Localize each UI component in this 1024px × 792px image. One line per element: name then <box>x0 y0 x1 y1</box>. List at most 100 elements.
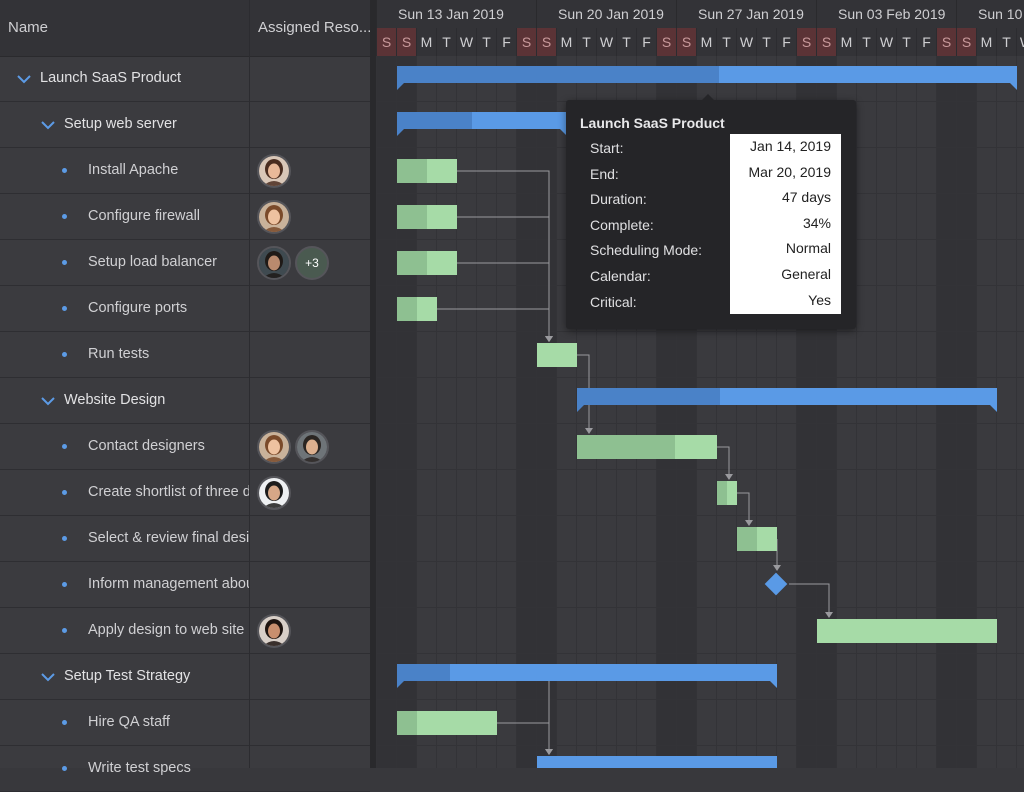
grid-row[interactable]: Setup load balancer +3 <box>0 240 370 286</box>
tooltip-label-start: Start: <box>590 140 624 156</box>
avatar[interactable] <box>257 430 291 464</box>
task-tooltip: Launch SaaS Product Start: End: Duration… <box>566 94 856 329</box>
task-name[interactable]: Apply design to web site <box>88 608 249 653</box>
progress-fill <box>397 159 427 183</box>
grid-row[interactable]: Write test specs <box>0 746 370 792</box>
tooltip-title: Launch SaaS Product <box>580 115 725 131</box>
dependency-line[interactable] <box>457 216 550 337</box>
summary-bar[interactable] <box>537 756 777 768</box>
grid-header: Name Assigned Reso... <box>0 0 370 57</box>
task-bar[interactable] <box>397 159 457 183</box>
dependency-line[interactable] <box>457 170 550 337</box>
task-name[interactable]: Setup load balancer <box>88 240 249 285</box>
grid-row[interactable]: Contact designers <box>0 424 370 470</box>
task-bar[interactable] <box>537 343 577 367</box>
tooltip-value-critical: Yes <box>808 291 831 308</box>
leaf-bullet-icon <box>62 214 67 219</box>
avatar[interactable] <box>295 430 329 464</box>
grid-row[interactable]: Run tests <box>0 332 370 378</box>
task-bar[interactable] <box>717 481 737 505</box>
summary-bar[interactable] <box>577 388 997 412</box>
task-name[interactable]: Create shortlist of three designers <box>88 470 249 515</box>
task-name[interactable]: Configure firewall <box>88 194 249 239</box>
column-separator[interactable] <box>249 0 250 768</box>
summary-bar[interactable] <box>397 66 1017 90</box>
dependency-line[interactable] <box>737 492 750 521</box>
grid-row[interactable]: Website Design <box>0 378 370 424</box>
task-bar[interactable] <box>397 205 457 229</box>
dependency-arrowhead <box>725 474 733 480</box>
grid-row[interactable]: Create shortlist of three designers <box>0 470 370 516</box>
tooltip-values: Jan 14, 2019 Mar 20, 2019 47 days 34% No… <box>730 134 841 314</box>
leaf-bullet-icon <box>62 536 67 541</box>
task-name[interactable]: Configure ports <box>88 286 249 331</box>
progress-fill <box>397 251 427 275</box>
avatar[interactable] <box>257 614 291 648</box>
task-name[interactable]: Website Design <box>64 378 249 423</box>
task-name[interactable]: Setup web server <box>64 102 249 147</box>
task-bar[interactable] <box>397 711 497 735</box>
more-resources-badge[interactable]: +3 <box>295 246 329 280</box>
chevron-down-icon[interactable] <box>16 71 32 87</box>
progress-fill <box>577 435 675 459</box>
task-bar[interactable] <box>737 527 777 551</box>
dependency-arrowhead <box>745 520 753 526</box>
chevron-down-icon[interactable] <box>40 393 56 409</box>
tooltip-value-scheduling-mode: Normal <box>785 240 831 257</box>
dependency-line[interactable] <box>548 672 777 751</box>
grid-row[interactable]: Setup web server <box>0 102 370 148</box>
task-bar[interactable] <box>577 435 717 459</box>
summary-right-cap <box>1010 83 1017 90</box>
task-name[interactable]: Install Apache <box>88 148 249 193</box>
grid-row[interactable]: Hire QA staff <box>0 700 370 746</box>
grid-row[interactable]: Configure firewall <box>0 194 370 240</box>
grid-row[interactable]: Select & review final design <box>0 516 370 562</box>
grid-row[interactable]: Setup Test Strategy <box>0 654 370 700</box>
column-header-assigned-resources[interactable]: Assigned Reso... <box>250 0 370 56</box>
tooltip-label-complete: Complete: <box>590 216 654 233</box>
tooltip-label-critical: Critical: <box>590 293 637 310</box>
grid-row[interactable]: Configure ports <box>0 286 370 332</box>
dependency-line[interactable] <box>789 583 830 613</box>
column-header-name[interactable]: Name <box>0 0 249 56</box>
task-name[interactable]: Write test specs <box>88 746 249 791</box>
summary-left-cap <box>577 405 584 412</box>
tooltip-label-calendar: Calendar: <box>590 267 651 284</box>
summary-right-cap <box>770 681 777 688</box>
task-name[interactable]: Hire QA staff <box>88 700 249 745</box>
avatar[interactable] <box>257 246 291 280</box>
tooltip-value-calendar: General <box>781 265 831 282</box>
task-name[interactable]: Contact designers <box>88 424 249 469</box>
grid-row[interactable]: Install Apache <box>0 148 370 194</box>
leaf-bullet-icon <box>62 306 67 311</box>
grid-row[interactable]: Apply design to web site <box>0 608 370 654</box>
progress-fill <box>737 527 757 551</box>
grid-row[interactable]: Launch SaaS Product <box>0 56 370 102</box>
chevron-down-icon[interactable] <box>40 669 56 685</box>
grid-row[interactable]: Inform management about decision <box>0 562 370 608</box>
gantt-timeline: Sun 13 Jan 2019 Sun 20 Jan 2019 Sun 27 Jan… <box>376 0 1024 768</box>
task-name[interactable]: Select & review final design <box>88 516 249 561</box>
progress-fill <box>397 664 450 681</box>
avatar[interactable] <box>257 200 291 234</box>
task-bar[interactable] <box>817 619 997 643</box>
task-name[interactable]: Setup Test Strategy <box>64 654 249 699</box>
task-name[interactable]: Run tests <box>88 332 249 377</box>
chevron-down-icon[interactable] <box>40 117 56 133</box>
dependency-line[interactable] <box>497 722 550 750</box>
task-bar[interactable] <box>397 297 437 321</box>
leaf-bullet-icon <box>62 720 67 725</box>
dependency-line[interactable] <box>437 308 550 337</box>
tooltip-value-end: Mar 20, 2019 <box>748 163 832 180</box>
dependency-line[interactable] <box>717 446 730 475</box>
task-grid: Name Assigned Reso... Launch SaaS Produc… <box>0 0 370 792</box>
dependency-line[interactable] <box>457 262 550 337</box>
avatar[interactable] <box>257 476 291 510</box>
progress-fill <box>717 481 727 505</box>
task-name[interactable]: Launch SaaS Product <box>40 56 249 101</box>
avatar[interactable] <box>257 154 291 188</box>
task-bar[interactable] <box>397 251 457 275</box>
summary-bar[interactable] <box>397 664 777 688</box>
task-name[interactable]: Inform management about decision <box>88 562 249 607</box>
summary-bar[interactable] <box>397 112 567 136</box>
